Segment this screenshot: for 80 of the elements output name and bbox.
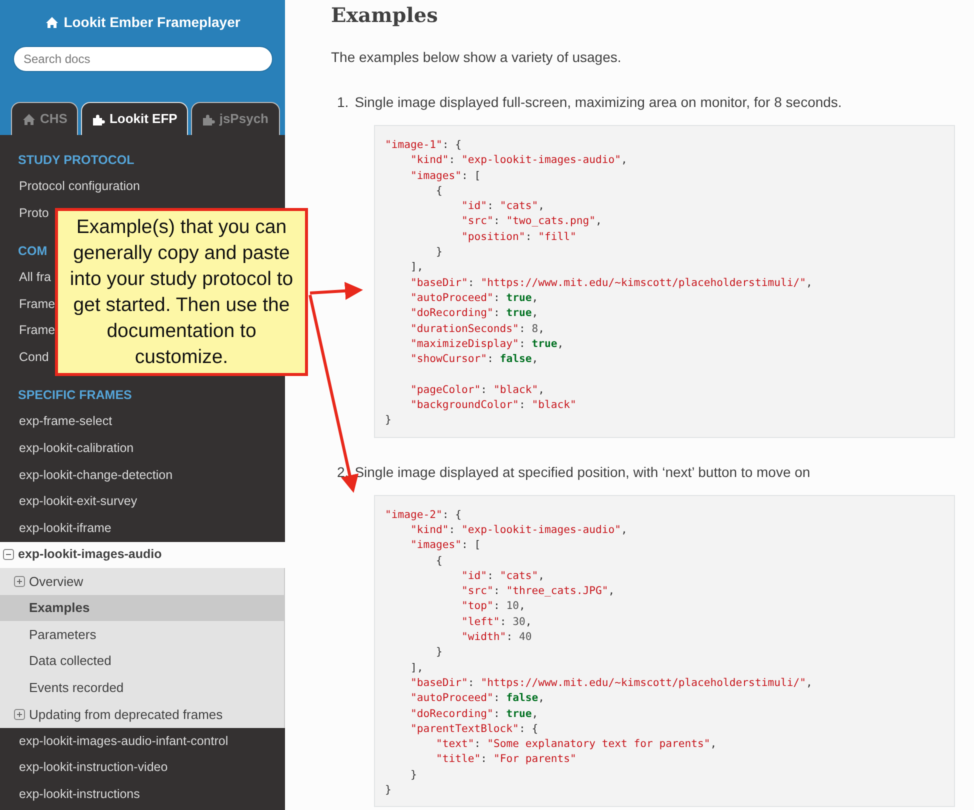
expand-icon: [14, 708, 25, 720]
nav-item[interactable]: exp-lookit-iframe: [19, 518, 112, 538]
code-line: "left": 30,: [460, 614, 533, 630]
code-line: "position": "fill": [460, 230, 578, 245]
code-line: "width": 40: [460, 630, 533, 646]
tab[interactable]: jsPsych: [191, 102, 280, 135]
list-number: 1.: [337, 93, 349, 112]
nav-item[interactable]: Protocol configuration: [19, 176, 140, 196]
code-line: "image-2": {: [385, 508, 463, 523]
nav-item[interactable]: exp-lookit-images-audio: [0, 542, 285, 568]
code-line: }: [410, 768, 418, 783]
code-line: "showCursor": false,: [410, 352, 540, 368]
code-line: "durationSeconds": 8,: [410, 322, 546, 337]
nav-item[interactable]: exp-lookit-change-detection: [19, 466, 173, 484]
tab[interactable]: CHS: [11, 102, 78, 135]
nav-item[interactable]: exp-lookit-calibration: [19, 439, 134, 458]
code-line: }: [435, 645, 444, 660]
code-line: "images": [: [410, 168, 482, 184]
tab[interactable]: Lookit EFP: [81, 102, 188, 135]
expand-icon: [14, 576, 25, 587]
nav-item[interactable]: exp-frame-select: [19, 412, 112, 432]
nav-caption: STUDY PROTOCOL: [18, 152, 134, 169]
nav-item[interactable]: exp-lookit-exit-survey: [19, 492, 138, 512]
nav-item[interactable]: Proto: [19, 204, 49, 222]
code-line: "baseDir": "https://www.mit.edu/~kimscott/placeholderstimuli/",: [410, 276, 814, 291]
code-line: "autoProceed": false,: [410, 691, 546, 706]
code-line: }: [385, 782, 392, 798]
code-line: "top": 10,: [460, 599, 526, 614]
code-line: "doRecording": true,: [410, 706, 540, 722]
nav-subitem[interactable]: Examples: [0, 594, 284, 622]
code-line: }: [385, 413, 392, 428]
code-line: "pageColor": "black",: [410, 382, 546, 398]
code-line: {: [435, 554, 444, 569]
code-line: "id": "cats",: [460, 568, 546, 584]
code-line: "baseDir": "https://www.mit.edu/~kimscott/placeholderstimuli/",: [410, 676, 814, 691]
code-line: ],: [410, 260, 424, 276]
code-line: "src": "two_cats.png",: [460, 214, 603, 230]
code-line: "text": "Some explanatory text for parents",: [435, 737, 718, 752]
list-number: 2.: [337, 462, 349, 482]
example-description: Single image displayed full-screen, maximizing area on monitor, for 8 seconds.: [354, 93, 842, 112]
nav-item[interactable]: All fra: [19, 268, 51, 287]
nav-item[interactable]: exp-lookit-instruction-video: [19, 758, 168, 777]
code-line: "title": "For parents": [435, 752, 578, 768]
code-line: "backgroundColor": "black": [410, 398, 578, 414]
example-description: Single image displayed at specified position, with ‘next’ button to move on: [354, 462, 810, 482]
puzzle-icon: [202, 112, 216, 126]
home-icon: [44, 16, 59, 29]
code-line: "id": "cats",: [460, 199, 546, 214]
code-line: "src": "three_cats.JPG",: [460, 584, 616, 600]
code-line: "parentTextBlock": {: [410, 722, 540, 737]
code-line: {: [435, 184, 444, 199]
code-line: "kind": "exp-lookit-images-audio",: [410, 522, 628, 538]
page-heading: Examples: [331, 2, 439, 28]
nav-subitem[interactable]: Updating from deprecated frames: [0, 701, 284, 728]
nav-subitem[interactable]: Overview: [0, 568, 284, 595]
site-title[interactable]: Lookit Ember Frameplayer: [64, 12, 240, 33]
nav-caption: SPECIFIC FRAMES: [18, 387, 132, 404]
callout-tooltip: Example(s) that you can generally copy and paste into your study protocol to get started. Then use the documentation to customize.: [55, 208, 308, 376]
nav-item[interactable]: Frame: [19, 294, 56, 314]
home-icon: [22, 112, 36, 126]
collapse-icon: [3, 549, 14, 560]
nav-subitem[interactable]: Events recorded: [0, 674, 284, 702]
code-line: "autoProceed": true,: [410, 290, 540, 306]
nav-item[interactable]: Cond: [19, 348, 49, 367]
nav-item[interactable]: Frame: [19, 321, 56, 340]
nav-item[interactable]: exp-lookit-instructions: [19, 784, 140, 804]
nav-subitem[interactable]: Parameters: [0, 621, 284, 648]
code-line: "maximizeDisplay": true,: [410, 336, 565, 352]
code-line: "images": [: [410, 538, 482, 554]
code-line: "kind": "exp-lookit-images-audio",: [410, 153, 628, 168]
code-line: "doRecording": true,: [410, 306, 540, 322]
search-field[interactable]: Search docs: [12, 46, 272, 72]
code-line: ],: [410, 660, 424, 676]
nav-subitem[interactable]: Data collected: [0, 648, 284, 674]
nav-item[interactable]: exp-lookit-images-audio-infant-control: [19, 732, 228, 750]
intro-text: The examples below show a variety of usages.: [331, 48, 622, 67]
code-line: }: [435, 245, 444, 260]
nav-caption: COM: [18, 242, 48, 260]
code-line: "image-1": {: [385, 138, 463, 153]
puzzle-icon: [92, 112, 106, 126]
